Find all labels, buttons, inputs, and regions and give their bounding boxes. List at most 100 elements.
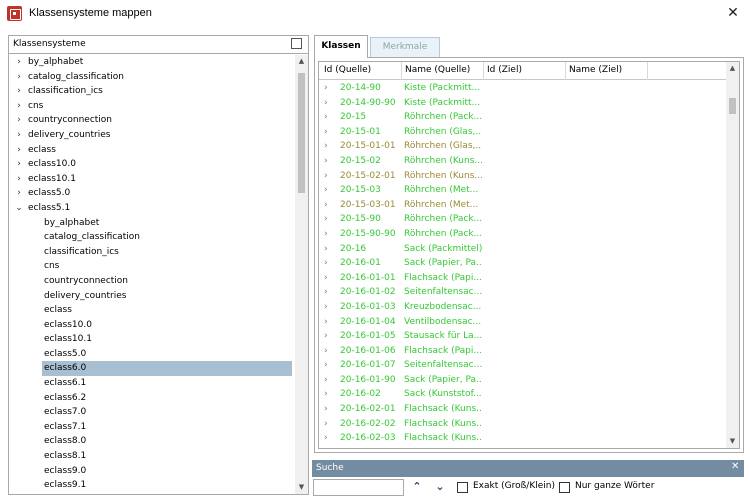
chevron-right-icon[interactable]: › xyxy=(324,212,328,227)
chevron-right-icon[interactable]: › xyxy=(14,172,24,187)
chevron-right-icon[interactable]: › xyxy=(324,285,328,300)
table-row[interactable]: › 20-15-01 Röhrchen (Glas,... xyxy=(319,125,726,140)
tree-item[interactable]: › catalog_classification xyxy=(9,70,295,85)
chevron-right-icon[interactable]: › xyxy=(14,143,24,158)
tree-item[interactable]: eclass6.0 xyxy=(9,361,295,377)
table-row[interactable]: › 20-16-01-03 Kreuzbodensac... xyxy=(319,300,726,315)
close-icon[interactable]: ✕ xyxy=(716,0,750,28)
tree-item[interactable]: eclass8.0 xyxy=(9,434,295,449)
tree-item[interactable]: countryconnection xyxy=(9,274,295,289)
table-row[interactable]: › 20-15-01-01 Röhrchen (Glas,... xyxy=(319,139,726,154)
chevron-right-icon[interactable]: › xyxy=(14,157,24,172)
table-row[interactable]: › 20-14-90-90 Kiste (Packmitt... xyxy=(319,96,726,111)
column-header-name-target[interactable]: Name (Ziel) xyxy=(569,65,622,75)
chevron-right-icon[interactable]: › xyxy=(324,169,328,184)
scroll-up-icon[interactable]: ▲ xyxy=(295,55,308,68)
tree-item[interactable]: eclass9.0 xyxy=(9,464,295,479)
table-row[interactable]: › 20-15-03-01 Röhrchen (Met... xyxy=(319,198,726,213)
tab-klassen[interactable]: Klassen xyxy=(314,35,368,58)
tree-item[interactable]: eclass10.1 xyxy=(9,332,295,347)
tree-item[interactable]: by_alphabet xyxy=(9,216,295,231)
tree-header-button[interactable] xyxy=(291,38,302,49)
table-row[interactable]: › 20-15-02 Röhrchen (Kuns... xyxy=(319,154,726,169)
tree-item[interactable]: › by_alphabet xyxy=(9,55,295,70)
tree-item[interactable]: ⌄ eclass5.1 xyxy=(9,201,295,216)
tree-item[interactable]: › delivery_countries xyxy=(9,128,295,143)
chevron-right-icon[interactable]: › xyxy=(324,300,328,315)
tree-item[interactable]: › eclass5.0 xyxy=(9,186,295,201)
tree-scrollbar[interactable]: ▲ ▼ xyxy=(295,55,308,494)
tree-item[interactable]: eclass9.1 xyxy=(9,478,295,493)
chevron-right-icon[interactable]: › xyxy=(324,271,328,286)
table-row[interactable]: › 20-16-01-90 Sack (Papier, Pa... xyxy=(319,373,726,388)
tree-item[interactable]: eclass5.0 xyxy=(9,347,295,362)
table-row[interactable]: › 20-15 Röhrchen (Pack... xyxy=(319,110,726,125)
chevron-right-icon[interactable]: › xyxy=(14,70,24,85)
chevron-right-icon[interactable]: › xyxy=(14,113,24,128)
tree-item[interactable]: eclass7.0 xyxy=(9,405,295,420)
chevron-right-icon[interactable]: › xyxy=(324,81,328,96)
chevron-right-icon[interactable]: › xyxy=(324,183,328,198)
search-previous-icon[interactable]: ⌃ xyxy=(409,479,425,495)
table-row[interactable]: › 20-16 Sack (Packmittel) xyxy=(319,242,726,257)
tree-item[interactable]: › eclass10.0 xyxy=(9,157,295,172)
search-next-icon[interactable]: ⌄ xyxy=(432,479,448,495)
tree-item[interactable]: delivery_countries xyxy=(9,289,295,304)
chevron-right-icon[interactable]: › xyxy=(324,96,328,111)
tree-item[interactable]: eclass6.1 xyxy=(9,376,295,391)
scroll-down-icon[interactable]: ▼ xyxy=(726,435,739,448)
scroll-thumb[interactable] xyxy=(298,73,305,193)
chevron-right-icon[interactable]: › xyxy=(324,154,328,169)
scroll-down-icon[interactable]: ▼ xyxy=(295,481,308,494)
table-row[interactable]: › 20-15-90 Röhrchen (Pack... xyxy=(319,212,726,227)
grid-scrollbar[interactable]: ▲ ▼ xyxy=(726,62,739,448)
tree-item[interactable]: › eclass xyxy=(9,143,295,158)
tree-item[interactable]: eclass6.2 xyxy=(9,391,295,406)
tab-merkmale[interactable]: Merkmale xyxy=(370,37,440,57)
tree-item[interactable]: eclass8.1 xyxy=(9,449,295,464)
chevron-right-icon[interactable]: › xyxy=(324,110,328,125)
chevron-right-icon[interactable]: › xyxy=(14,84,24,99)
table-row[interactable]: › 20-16-01 Sack (Papier, Pa... xyxy=(319,256,726,271)
tree-item[interactable]: › eclass10.1 xyxy=(9,172,295,187)
chevron-right-icon[interactable]: › xyxy=(324,256,328,271)
table-row[interactable]: › 20-16-01-04 Ventilbodensac... xyxy=(319,315,726,330)
tree-item[interactable]: eclass7.1 xyxy=(9,420,295,435)
tree-item[interactable]: classification_ics xyxy=(9,245,295,260)
column-header-name-source[interactable]: Name (Quelle) xyxy=(405,65,470,75)
table-row[interactable]: › 20-16-01-07 Seitenfaltensac... xyxy=(319,358,726,373)
tree-item[interactable]: › cns xyxy=(9,99,295,114)
chevron-right-icon[interactable]: › xyxy=(324,387,328,402)
chevron-right-icon[interactable]: › xyxy=(324,139,328,154)
table-row[interactable]: › 20-16-02-03 Flachsack (Kuns... xyxy=(319,431,726,446)
tree-item[interactable]: › countryconnection xyxy=(9,113,295,128)
table-row[interactable]: › 20-15-03 Röhrchen (Met... xyxy=(319,183,726,198)
chevron-right-icon[interactable]: › xyxy=(324,431,328,446)
chevron-right-icon[interactable]: › xyxy=(324,344,328,359)
table-row[interactable]: › 20-14-90 Kiste (Packmitt... xyxy=(319,81,726,96)
close-icon[interactable]: ✕ xyxy=(731,461,739,472)
scroll-up-icon[interactable]: ▲ xyxy=(726,62,739,75)
table-row[interactable]: › 20-16-01-02 Seitenfaltensac... xyxy=(319,285,726,300)
table-row[interactable]: › 20-15-90-90 Röhrchen (Pack... xyxy=(319,227,726,242)
tree-item[interactable]: eclass10.0 xyxy=(9,318,295,333)
tree-item[interactable]: eclass xyxy=(9,303,295,318)
table-row[interactable]: › 20-16-01-06 Flachsack (Papi... xyxy=(319,344,726,359)
table-row[interactable]: › 20-16-02 Sack (Kunststof... xyxy=(319,387,726,402)
chevron-right-icon[interactable]: › xyxy=(324,329,328,344)
chevron-down-icon[interactable]: ⌄ xyxy=(14,201,24,216)
scroll-thumb[interactable] xyxy=(729,98,736,114)
whole-words-checkbox[interactable] xyxy=(559,482,570,493)
exact-case-checkbox[interactable] xyxy=(457,482,468,493)
table-row[interactable]: › 20-16-01-01 Flachsack (Papi... xyxy=(319,271,726,286)
chevron-right-icon[interactable]: › xyxy=(324,198,328,213)
chevron-right-icon[interactable]: › xyxy=(324,373,328,388)
table-row[interactable]: › 20-16-01-05 Stausack für La... xyxy=(319,329,726,344)
search-input[interactable] xyxy=(313,479,404,496)
tree-item[interactable]: › classification_ics xyxy=(9,84,295,99)
tree-item[interactable]: cns xyxy=(9,259,295,274)
table-row[interactable]: › 20-16-02-01 Flachsack (Kuns... xyxy=(319,402,726,417)
chevron-right-icon[interactable]: › xyxy=(14,99,24,114)
chevron-right-icon[interactable]: › xyxy=(324,227,328,242)
table-row[interactable]: › 20-15-02-01 Röhrchen (Kuns... xyxy=(319,169,726,184)
